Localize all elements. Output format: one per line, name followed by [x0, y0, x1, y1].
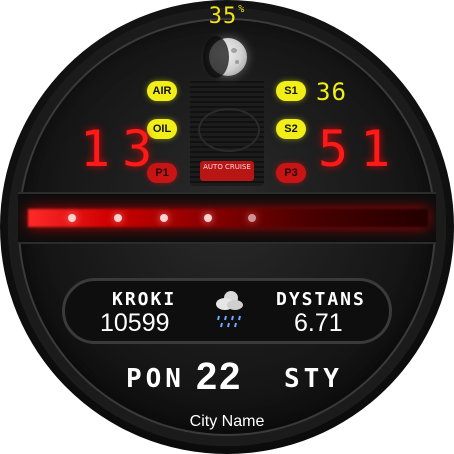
time-hours: 13 [80, 120, 165, 178]
city-name: City Name [189, 413, 265, 430]
s1-indicator: S1 [276, 81, 306, 101]
cloud-rain-icon [213, 288, 245, 332]
s2-indicator: S2 [276, 119, 306, 139]
month-label: STY [284, 364, 343, 394]
moon-waxing-gibbous-icon [203, 36, 247, 78]
battery-unit: % [238, 4, 246, 15]
date-display: PON 22 STY [100, 356, 354, 402]
auto-cruise-indicator: AUTO CRUISE [200, 161, 254, 181]
day-number: 22 [196, 356, 243, 398]
steps-label: KROKI [112, 289, 177, 310]
distance-value: 6.71 [294, 309, 343, 337]
p3-indicator: P3 [276, 163, 306, 183]
side-value: 36 [316, 78, 347, 106]
distance-label: DYSTANS [276, 289, 366, 310]
steps-value: 10599 [100, 309, 170, 337]
time-minutes: 51 [318, 120, 403, 178]
watch-face: 35% AIR OIL P1 S1 S2 P3 AUTO CRUISE 36 1… [0, 0, 454, 454]
battery-level: 35% [0, 4, 454, 29]
air-indicator: AIR [147, 81, 177, 101]
battery-value: 35 [208, 4, 238, 29]
weekday-label: PON [126, 364, 185, 394]
kitt-scanner-bar [18, 192, 436, 244]
